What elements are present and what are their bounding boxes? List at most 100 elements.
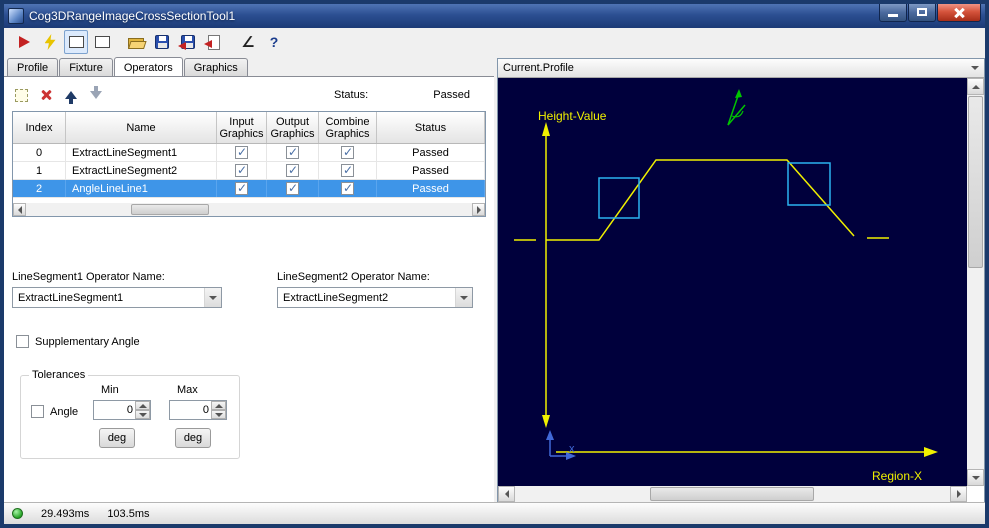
angle-tolerance-checkbox[interactable] [31, 405, 44, 418]
titlebar[interactable]: Cog3DRangeImageCrossSectionTool1 [4, 4, 985, 28]
scroll-down-button[interactable] [967, 469, 984, 486]
page-title: Cog3DRangeImageCrossSectionTool1 [29, 9, 236, 23]
supplementary-angle-checkbox[interactable] [16, 335, 29, 348]
angle-tool-button[interactable]: ∠ [236, 30, 260, 54]
cell-status: Passed [377, 144, 485, 161]
move-down-button[interactable] [85, 85, 107, 105]
scroll-thumb[interactable] [650, 487, 814, 501]
input-graphics-checkbox[interactable] [235, 145, 248, 159]
linesegment2-operator-label: LineSegment2 Operator Name: [277, 271, 430, 283]
supplementary-angle-row: Supplementary Angle [16, 335, 140, 348]
close-button[interactable] [937, 4, 981, 22]
cell-status: Passed [377, 162, 485, 179]
import-button[interactable] [202, 30, 226, 54]
table-row[interactable]: 0 ExtractLineSegment1 Passed [13, 144, 485, 162]
scroll-thumb[interactable] [968, 96, 983, 268]
chevron-down-icon[interactable] [966, 59, 984, 77]
scroll-left-button[interactable] [498, 486, 515, 502]
grid-header: Index Name Input Graphics Output Graphics … [13, 112, 485, 144]
angle-indicator [727, 92, 746, 126]
canvas-v-scrollbar[interactable] [967, 78, 984, 486]
client-area: ∠ ? Profile Fixture Operators Graphics S… [4, 28, 985, 524]
scroll-right-button[interactable] [950, 486, 967, 502]
operators-tab-page: Status: Passed Index Name Input Graphics … [4, 76, 494, 502]
help-button[interactable]: ? [262, 30, 286, 54]
record-selector-combo[interactable]: Current.Profile [498, 59, 984, 78]
supplementary-angle-label: Supplementary Angle [35, 335, 140, 348]
scroll-right-button[interactable] [472, 203, 485, 216]
column-header-output-graphics: Output Graphics [267, 112, 319, 143]
region-axis-arrow-icon [924, 447, 938, 457]
graphics-panel: Current.Profile Height-Value Region-X x [497, 58, 985, 503]
save-button[interactable] [150, 30, 174, 54]
spin-down-button[interactable] [211, 410, 226, 419]
canvas-h-scrollbar[interactable] [498, 486, 967, 502]
height-axis-arrow-icon [542, 122, 550, 136]
spin-up-button[interactable] [211, 401, 226, 410]
chevron-down-icon[interactable] [204, 288, 221, 307]
chevron-down-icon[interactable] [455, 288, 472, 307]
combine-graphics-checkbox[interactable] [341, 145, 354, 159]
app-window: Cog3DRangeImageCrossSectionTool1 ∠ ? Pro… [0, 0, 989, 528]
tab-fixture[interactable]: Fixture [59, 58, 113, 77]
scroll-left-button[interactable] [13, 203, 26, 216]
grid-h-scrollbar[interactable] [13, 203, 485, 216]
scroll-up-button[interactable] [967, 78, 984, 95]
max-angle-input[interactable] [170, 401, 211, 419]
arrow-right-icon [956, 490, 961, 498]
min-angle-spinner [93, 400, 151, 420]
floating-window-button[interactable] [90, 30, 114, 54]
tab-strip: Profile Fixture Operators Graphics [7, 57, 249, 77]
arrow-up-icon [65, 91, 77, 104]
max-deg-button[interactable]: deg [175, 428, 211, 448]
tab-profile[interactable]: Profile [7, 58, 59, 77]
save-results-button[interactable] [176, 30, 200, 54]
combine-graphics-checkbox[interactable] [341, 163, 354, 177]
minimize-button[interactable] [879, 4, 907, 22]
tool-display-toggle-button[interactable] [64, 30, 88, 54]
scroll-thumb[interactable] [131, 204, 209, 215]
electric-edit-icon [44, 34, 56, 50]
spin-down-button[interactable] [135, 410, 150, 419]
combine-graphics-checkbox[interactable] [341, 181, 354, 195]
delete-operator-button[interactable] [35, 85, 57, 105]
profile-display-canvas[interactable]: Height-Value Region-X x [498, 78, 967, 486]
cell-index: 2 [13, 180, 66, 197]
minimize-icon [888, 14, 898, 17]
column-header-status: Status [377, 112, 485, 143]
run-button[interactable] [12, 30, 36, 54]
maximize-button[interactable] [908, 4, 936, 22]
cell-name: ExtractLineSegment2 [66, 162, 217, 179]
open-button[interactable] [124, 30, 148, 54]
output-graphics-checkbox[interactable] [286, 181, 299, 195]
tolerances-group: Tolerances Min Max Angle 0 0 deg deg [20, 369, 240, 459]
input-graphics-checkbox[interactable] [235, 163, 248, 177]
linesegment2-operator-combo[interactable]: ExtractLineSegment2 [277, 287, 473, 308]
height-axis-label: Height-Value [538, 109, 607, 123]
save-icon [155, 35, 169, 49]
arrow-right-icon [476, 205, 481, 214]
tab-graphics[interactable]: Graphics [183, 58, 248, 77]
main-toolbar: ∠ ? [4, 28, 985, 56]
tab-operators[interactable]: Operators [113, 57, 183, 76]
spin-up-button[interactable] [135, 401, 150, 410]
output-graphics-checkbox[interactable] [286, 163, 299, 177]
profile-graphic: Height-Value Region-X x [514, 89, 938, 483]
add-operator-button[interactable] [10, 85, 32, 105]
height-axis-bottom-arrow-icon [542, 415, 550, 428]
table-row-selected[interactable]: 2 AngleLineLine1 Passed [13, 180, 485, 198]
move-up-button[interactable] [60, 85, 82, 105]
output-graphics-checkbox[interactable] [286, 145, 299, 159]
linesegment1-operator-label: LineSegment1 Operator Name: [12, 271, 165, 283]
profile-polyline [546, 159, 855, 241]
linesegment1-operator-combo[interactable]: ExtractLineSegment1 [12, 287, 222, 308]
region-axis-label: Region-X [872, 469, 922, 483]
cell-index: 1 [13, 162, 66, 179]
status-label: Status: [334, 89, 369, 101]
min-deg-button[interactable]: deg [99, 428, 135, 448]
electric-run-button[interactable] [38, 30, 62, 54]
min-angle-input[interactable] [94, 401, 135, 419]
max-angle-spinner [169, 400, 227, 420]
table-row[interactable]: 1 ExtractLineSegment2 Passed [13, 162, 485, 180]
input-graphics-checkbox[interactable] [235, 181, 248, 195]
